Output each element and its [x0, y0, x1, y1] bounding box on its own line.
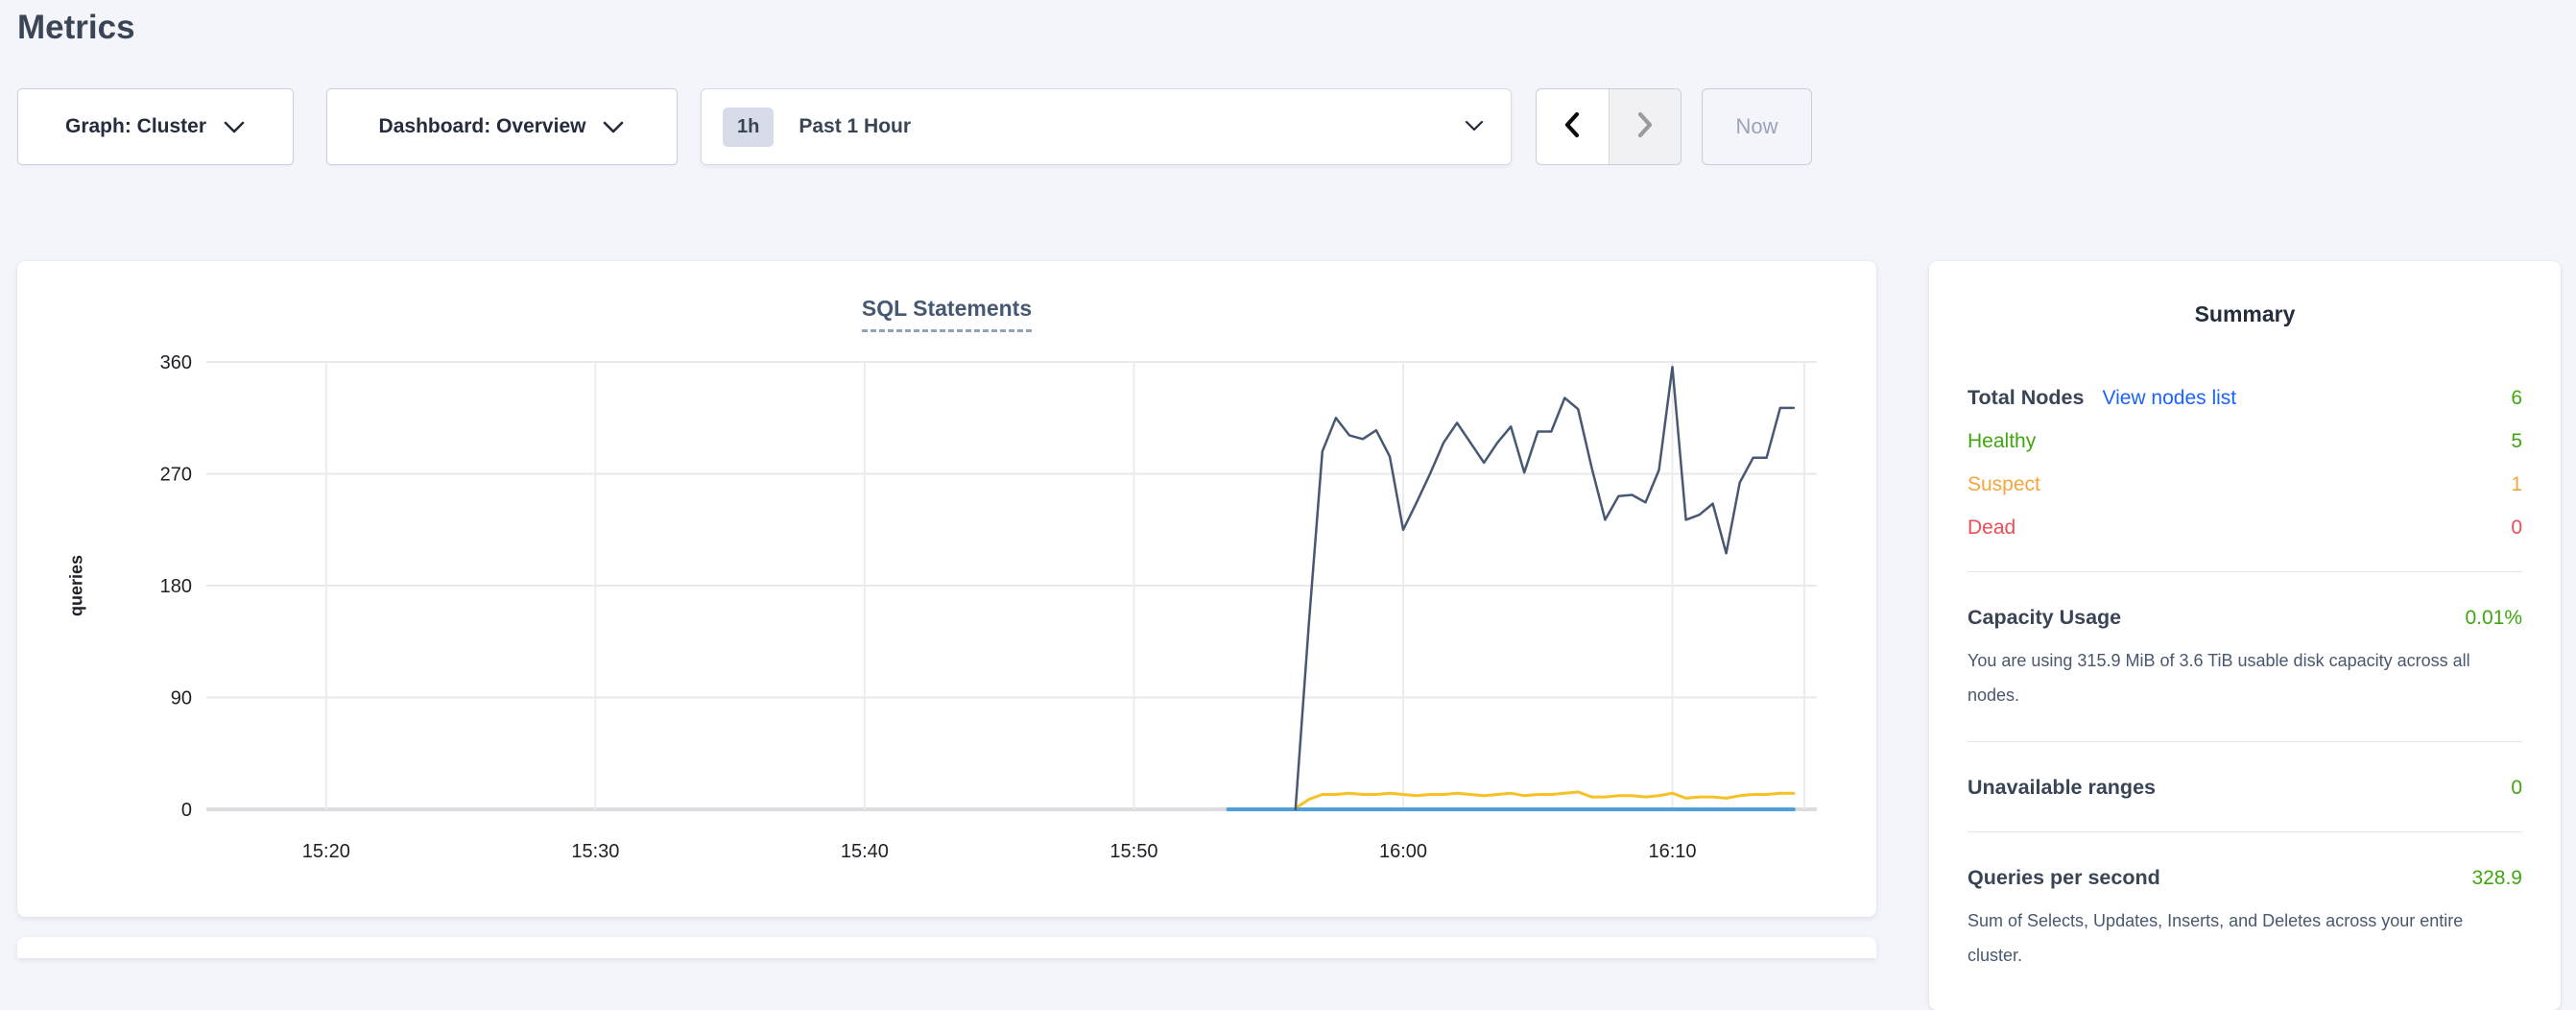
view-nodes-list-link[interactable]: View nodes list: [2102, 384, 2236, 413]
time-forward-button-disabled[interactable]: [1609, 89, 1682, 164]
unavailable-ranges-label: Unavailable ranges: [1968, 773, 2156, 802]
next-chart-panel-edge: [17, 937, 1876, 958]
dashboard-dropdown[interactable]: Dashboard: Overview: [326, 88, 678, 165]
svg-text:180: 180: [160, 576, 192, 597]
suspect-value: 1: [2511, 470, 2522, 499]
svg-text:15:40: 15:40: [841, 841, 889, 862]
suspect-label: Suspect: [1968, 470, 2040, 499]
capacity-label: Capacity Usage: [1968, 603, 2121, 632]
qps-section: Queries per second 328.9 Sum of Selects,…: [1968, 831, 2522, 1001]
dead-label: Dead: [1968, 514, 2015, 542]
unavailable-ranges-value: 0: [2511, 774, 2522, 803]
healthy-value: 5: [2511, 427, 2522, 456]
now-button-label: Now: [1735, 114, 1777, 139]
graph-dropdown[interactable]: Graph: Cluster: [17, 88, 294, 165]
dashboard-dropdown-label: Dashboard: Overview: [379, 115, 586, 138]
unavailable-ranges-row: Unavailable ranges 0: [1968, 773, 2522, 803]
capacity-value: 0.01%: [2465, 604, 2522, 633]
healthy-label: Healthy: [1968, 427, 2036, 456]
total-nodes-value: 6: [2511, 384, 2522, 413]
summary-panel: Summary Total Nodes View nodes list 6 He…: [1929, 261, 2561, 1010]
line-chart[interactable]: 0 90 180 270 360 15:20 15:30 15:40 15:50 16:00 16:…: [17, 261, 1876, 917]
unavailable-ranges-section: Unavailable ranges 0: [1968, 741, 2522, 831]
dead-value: 0: [2511, 514, 2522, 542]
time-back-button[interactable]: [1537, 89, 1609, 164]
qps-row: Queries per second 328.9: [1968, 863, 2522, 893]
capacity-description: You are using 315.9 MiB of 3.6 TiB usabl…: [1968, 643, 2522, 712]
now-button[interactable]: Now: [1702, 88, 1812, 165]
qps-label: Queries per second: [1968, 863, 2160, 892]
svg-text:15:30: 15:30: [571, 841, 619, 862]
page-title: Metrics: [17, 0, 135, 56]
graph-dropdown-label: Graph: Cluster: [65, 115, 206, 138]
suspect-nodes-row: Suspect 1: [1968, 470, 2522, 499]
time-pager: [1536, 88, 1682, 165]
nodes-section: Total Nodes View nodes list 6 Healthy 5 …: [1968, 383, 2522, 571]
svg-text:16:00: 16:00: [1379, 841, 1427, 862]
time-window-badge: 1h: [723, 108, 774, 147]
total-nodes-label: Total Nodes: [1968, 383, 2084, 412]
svg-text:360: 360: [160, 352, 192, 373]
dead-nodes-row: Dead 0: [1968, 514, 2522, 542]
capacity-section: Capacity Usage 0.01% You are using 315.9…: [1968, 571, 2522, 741]
svg-text:270: 270: [160, 465, 192, 486]
svg-text:16:10: 16:10: [1649, 841, 1697, 862]
time-window-picker[interactable]: 1h Past 1 Hour: [701, 88, 1512, 165]
summary-title: Summary: [1968, 301, 2522, 327]
svg-text:90: 90: [171, 688, 192, 709]
chevron-down-icon: [1465, 120, 1484, 137]
total-nodes-row: Total Nodes View nodes list 6: [1968, 383, 2522, 413]
chevron-left-icon: [1561, 109, 1584, 145]
healthy-nodes-row: Healthy 5: [1968, 427, 2522, 456]
chevron-right-icon: [1634, 109, 1657, 145]
sql-statements-chart-panel: SQL Statements queries 09018027036015:20…: [17, 261, 1876, 917]
chevron-down-icon: [602, 117, 625, 140]
qps-description: Sum of Selects, Updates, Inserts, and De…: [1968, 903, 2522, 973]
svg-text:15:20: 15:20: [302, 841, 350, 862]
qps-value: 328.9: [2471, 864, 2522, 893]
time-window-label: Past 1 Hour: [799, 115, 911, 138]
svg-text:0: 0: [181, 800, 192, 821]
capacity-row: Capacity Usage 0.01%: [1968, 603, 2522, 633]
svg-text:15:50: 15:50: [1109, 841, 1157, 862]
chevron-down-icon: [223, 117, 246, 140]
